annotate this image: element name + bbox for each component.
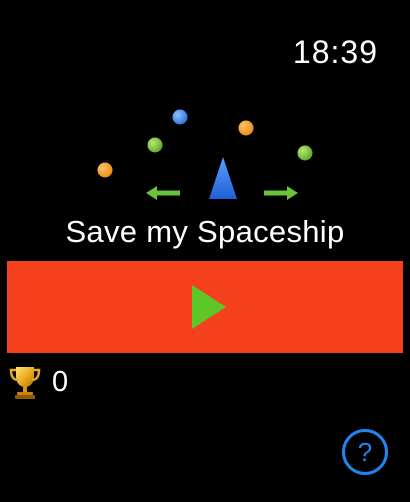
spaceship-icon bbox=[209, 157, 237, 199]
game-title: Save my Spaceship bbox=[65, 214, 345, 249]
play-icon bbox=[192, 285, 226, 329]
arrow-right-icon bbox=[264, 186, 298, 200]
ball-orange-left-icon bbox=[97, 162, 113, 178]
ball-green-left-icon bbox=[147, 137, 163, 153]
ball-orange-right-icon bbox=[238, 120, 254, 136]
game-logo bbox=[97, 109, 313, 200]
arrow-left-icon bbox=[146, 186, 180, 200]
score-value: 0 bbox=[52, 365, 69, 398]
ball-blue-icon bbox=[172, 109, 188, 125]
help-button[interactable]: ? bbox=[342, 429, 388, 475]
play-button[interactable] bbox=[7, 261, 403, 353]
high-score: 0 bbox=[8, 362, 68, 402]
ball-green-right-icon bbox=[297, 145, 313, 161]
status-time: 18:39 bbox=[292, 34, 378, 70]
trophy-icon bbox=[9, 367, 41, 399]
